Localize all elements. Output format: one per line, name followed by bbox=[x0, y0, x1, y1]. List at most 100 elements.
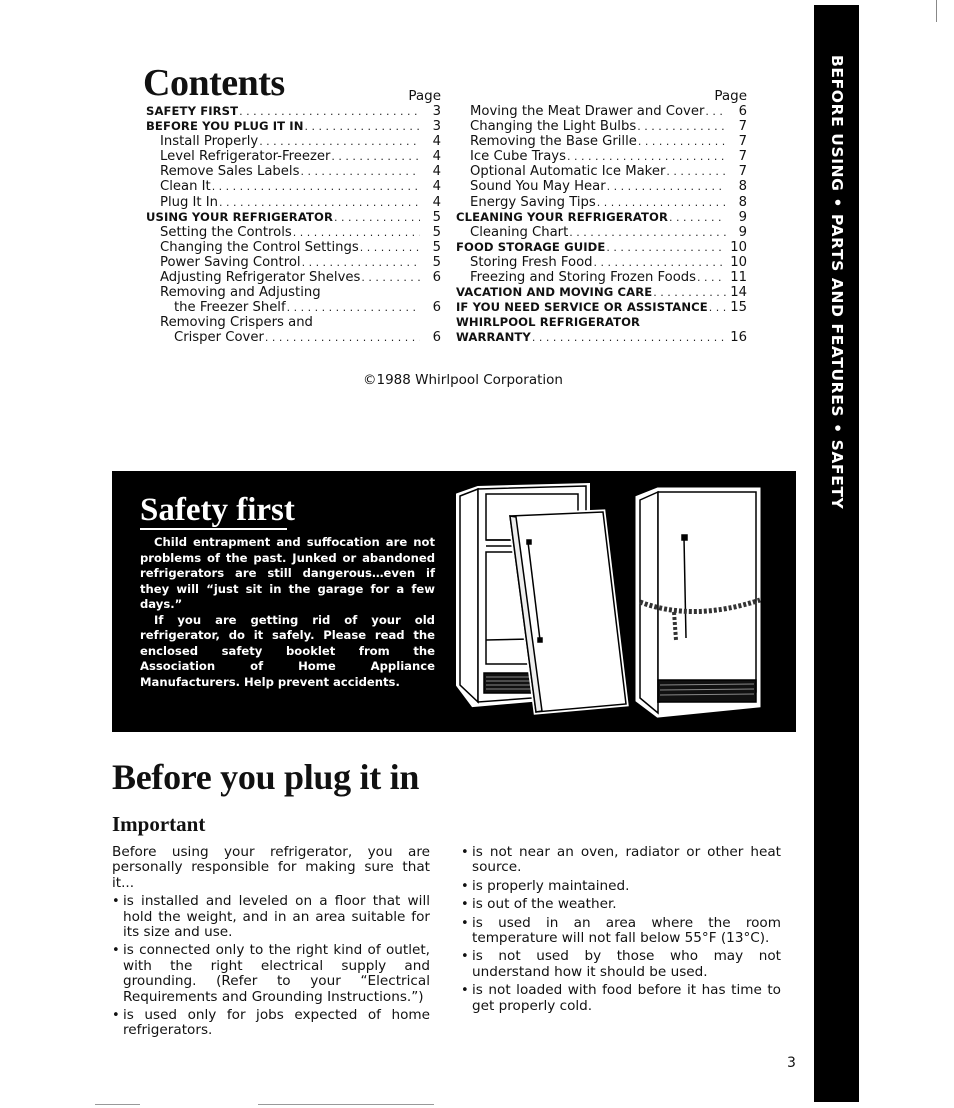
toc-entry: Plug It In 4 bbox=[146, 195, 441, 210]
toc-page-header: Page bbox=[714, 88, 747, 104]
toc-entry-page: 6 bbox=[432, 300, 441, 316]
toc-entry: Sound You May Hear 8 bbox=[456, 179, 747, 194]
bullet-text: is used in an area where the room temper… bbox=[472, 914, 781, 947]
toc-entry-page: 7 bbox=[738, 164, 747, 180]
toc-entry-label: Optional Automatic Ice Maker bbox=[470, 164, 666, 180]
bullet-item: • is installed and leveled on a floor tha… bbox=[112, 893, 430, 941]
toc-entry-label: FOOD STORAGE GUIDE bbox=[456, 239, 606, 254]
toc-dot-leader bbox=[666, 164, 726, 179]
toc-entry-page: 4 bbox=[432, 194, 441, 210]
bullet-text: is installed and leveled on a floor that… bbox=[123, 893, 430, 941]
toc-entry: Moving the Meat Drawer and Cover 6 bbox=[456, 104, 747, 119]
toc-entry-page: 11 bbox=[730, 270, 747, 286]
toc-dot-leader bbox=[302, 255, 420, 270]
toc-dot-leader bbox=[567, 149, 726, 164]
toc-entry: Changing the Light Bulbs 7 bbox=[456, 119, 747, 134]
toc-entry-label: Cleaning Chart bbox=[470, 224, 569, 240]
toc-entry: IF YOU NEED SERVICE OR ASSISTANCE 15 bbox=[456, 300, 747, 315]
toc-dot-leader bbox=[293, 225, 420, 240]
toc-entry-page: 14 bbox=[730, 285, 747, 301]
bullet-text: is not used by those who may not underst… bbox=[472, 948, 781, 980]
toc-dot-leader bbox=[637, 119, 726, 134]
toc-entry-label: WHIRLPOOL REFRIGERATOR bbox=[456, 315, 641, 330]
toc-entry: VACATION AND MOVING CARE 14 bbox=[456, 285, 747, 300]
toc-dot-leader bbox=[597, 195, 726, 210]
bullet-item: • is not used by those who may not unders… bbox=[461, 949, 781, 980]
bullet-icon: • bbox=[461, 897, 469, 913]
bullet-icon: • bbox=[112, 943, 120, 959]
toc-entry: WHIRLPOOL REFRIGERATOR bbox=[456, 315, 747, 330]
toc-entry-label: Changing the Light Bulbs bbox=[470, 119, 637, 135]
toc-entry: Energy Saving Tips 8 bbox=[456, 195, 747, 210]
safety-paragraph: If you are getting rid of your old refri… bbox=[140, 612, 435, 689]
toc-entry-page: 5 bbox=[432, 239, 441, 255]
toc-dot-leader bbox=[331, 149, 420, 164]
section-side-tab-label: BEFORE USING • PARTS AND FEATURES • SAFE… bbox=[828, 55, 846, 510]
toc-entry-label: SAFETY FIRST bbox=[146, 104, 239, 118]
toc-entry-page: 3 bbox=[432, 119, 441, 135]
toc-entry-label: Power Saving Control bbox=[160, 254, 301, 270]
toc-entry: Power Saving Control 5 bbox=[146, 255, 441, 270]
bullet-icon: • bbox=[112, 894, 120, 910]
toc-dot-leader bbox=[239, 104, 420, 119]
toc-entry-page: 7 bbox=[738, 119, 747, 135]
bullet-item: • is used only for jobs expected of home … bbox=[112, 1007, 430, 1039]
toc-entry-label: Level Refrigerator-Freezer bbox=[160, 149, 331, 165]
toc-entry-label: Sound You May Hear bbox=[470, 179, 606, 195]
toc-entry-label: Removing the Base Grille bbox=[470, 134, 637, 150]
toc-entry-label: Plug It In bbox=[160, 194, 219, 210]
toc-page-header: Page bbox=[408, 88, 441, 104]
toc-entry-page: 9 bbox=[738, 224, 747, 240]
page-edge-mark bbox=[936, 0, 937, 22]
toc-dot-leader bbox=[265, 330, 420, 345]
toc-entry: Removing the Base Grille 7 bbox=[456, 134, 747, 149]
toc-dot-leader bbox=[305, 119, 420, 134]
toc-entry: Removing and Adjusting bbox=[146, 285, 441, 300]
important-right-column: • is not near an oven, radiator or other … bbox=[461, 844, 781, 1017]
toc-entry-label: Changing the Control Settings bbox=[160, 239, 359, 255]
bullet-icon: • bbox=[112, 1008, 120, 1024]
toc-entry-label: VACATION AND MOVING CARE bbox=[456, 285, 653, 300]
toc-dot-leader bbox=[360, 240, 420, 255]
toc-entry: Level Refrigerator-Freezer 4 bbox=[146, 149, 441, 164]
toc-entry-label: Adjusting Refrigerator Shelves bbox=[160, 270, 361, 286]
bullet-text: is connected only to the right kind of o… bbox=[123, 942, 430, 1005]
bullet-icon: • bbox=[461, 878, 469, 894]
toc-right-column: Page Moving the Meat Drawer and Cover6Ch… bbox=[456, 88, 747, 346]
bullet-icon: • bbox=[461, 983, 469, 999]
toc-dot-leader bbox=[705, 104, 726, 119]
safety-body: Child entrapment and suffocation are not… bbox=[140, 535, 435, 690]
toc-entry: Storing Fresh Food 10 bbox=[456, 255, 747, 270]
toc-dot-leader bbox=[709, 300, 726, 315]
toc-entry-label: WARRANTY bbox=[456, 330, 531, 345]
toc-dot-leader bbox=[607, 179, 726, 194]
toc-dot-leader bbox=[300, 164, 420, 179]
bullet-item: • is out of the weather. bbox=[461, 896, 781, 913]
bullet-list-right: • is not near an oven, radiator or other … bbox=[461, 844, 781, 1014]
toc-entry: Removing Crispers and bbox=[146, 315, 441, 330]
bullet-item: • is connected only to the right kind of … bbox=[112, 943, 430, 1005]
toc-entry: WARRANTY 16 bbox=[456, 330, 747, 345]
important-subtitle: Important bbox=[112, 812, 206, 836]
toc-entry: Install Properly 4 bbox=[146, 134, 441, 149]
toc-dot-leader bbox=[287, 300, 420, 315]
bullet-text: is used only for jobs expected of home r… bbox=[123, 1007, 430, 1039]
toc-entry: SAFETY FIRST 3 bbox=[146, 104, 441, 119]
toc-left-column: Page SAFETY FIRST 3 BEFORE YOU PLUG IT IN 3… bbox=[146, 88, 441, 346]
bullet-text: is not loaded with food before it has ti… bbox=[472, 982, 781, 1014]
copyright-notice: ©1988 Whirlpool Corporation bbox=[363, 372, 563, 388]
toc-entry: Cleaning Chart 9 bbox=[456, 225, 747, 240]
toc-dot-leader bbox=[532, 330, 726, 345]
toc-entry-page: 4 bbox=[432, 164, 441, 180]
bullet-item: • is properly maintained. bbox=[461, 878, 781, 894]
toc-entry-page: 6 bbox=[432, 270, 441, 286]
toc-entry-label: Clean It bbox=[160, 179, 211, 195]
toc-entry-label: Remove Sales Labels bbox=[160, 164, 300, 180]
toc-entry-label: Removing and Adjusting bbox=[160, 285, 321, 301]
bullet-icon: • bbox=[461, 845, 469, 860]
toc-entry: Setting the Controls 5 bbox=[146, 225, 441, 240]
toc-entry-label: Storing Fresh Food bbox=[470, 254, 593, 270]
bottom-rule bbox=[95, 1104, 140, 1105]
toc-dot-leader bbox=[653, 285, 726, 300]
toc-entry: BEFORE YOU PLUG IT IN 3 bbox=[146, 119, 441, 134]
